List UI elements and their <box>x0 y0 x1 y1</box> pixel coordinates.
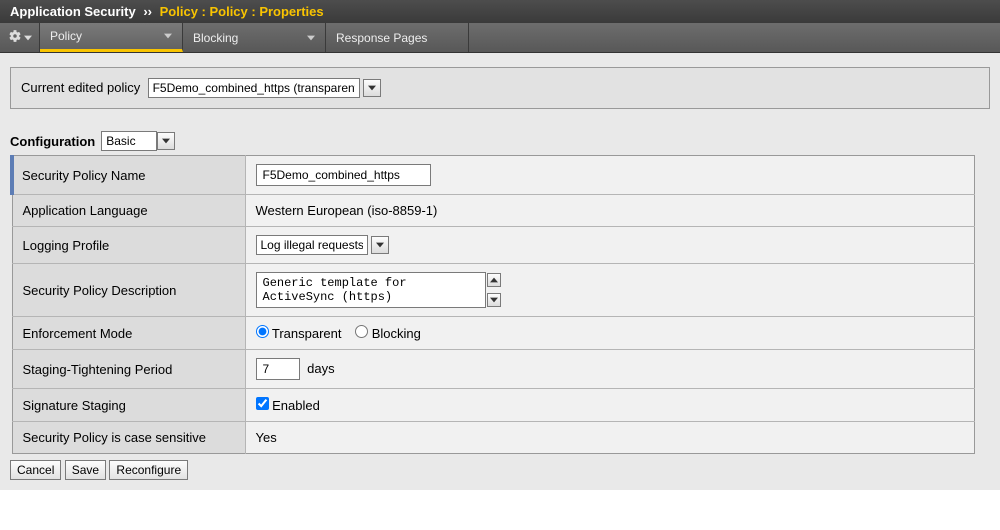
gear-icon <box>8 29 22 46</box>
row-label-logging-profile: Logging Profile <box>12 227 245 264</box>
tab-label: Policy <box>50 29 82 43</box>
textarea-scroll-up[interactable] <box>487 273 501 287</box>
current-policy-select[interactable] <box>148 78 360 98</box>
tab-label: Response Pages <box>336 31 427 45</box>
tab-policy[interactable]: Policy <box>40 23 183 52</box>
tab-response-pages[interactable]: Response Pages <box>326 23 469 52</box>
properties-table: Security Policy Name Application Languag… <box>10 155 975 454</box>
settings-menu[interactable] <box>0 23 40 52</box>
policy-name-input[interactable] <box>256 164 431 186</box>
breadcrumb-separator: ›› <box>139 4 156 19</box>
row-label-case-sensitive: Security Policy is case sensitive <box>12 422 245 454</box>
row-label-staging-period: Staging-Tightening Period <box>12 350 245 389</box>
row-label-policy-description: Security Policy Description <box>12 264 245 317</box>
configuration-row: Configuration <box>10 131 990 151</box>
enforcement-blocking-option[interactable]: Blocking <box>355 326 421 341</box>
chevron-down-icon <box>307 31 315 45</box>
staging-period-unit: days <box>307 361 334 376</box>
current-policy-value[interactable] <box>149 79 359 97</box>
breadcrumb-path: Policy : Policy : Properties <box>160 4 324 19</box>
breadcrumb: Application Security ›› Policy : Policy … <box>0 0 1000 23</box>
row-label-enforcement-mode: Enforcement Mode <box>12 317 245 350</box>
row-label-app-language: Application Language <box>12 195 245 227</box>
radio-label: Blocking <box>372 326 421 341</box>
configuration-dropdown-button[interactable] <box>157 132 175 150</box>
logging-profile-value[interactable] <box>257 236 367 254</box>
signature-staging-option[interactable]: Enabled <box>256 398 320 413</box>
configuration-select[interactable] <box>101 131 157 151</box>
app-language-value: Western European (iso-8859-1) <box>245 195 975 227</box>
save-button[interactable]: Save <box>65 460 106 480</box>
enforcement-blocking-radio[interactable] <box>355 325 368 338</box>
row-label-signature-staging: Signature Staging <box>12 389 245 422</box>
cancel-button[interactable]: Cancel <box>10 460 61 480</box>
tab-label: Blocking <box>193 31 238 45</box>
policy-description-textarea[interactable] <box>256 272 486 308</box>
content-area: Current edited policy Configuration Secu… <box>0 53 1000 490</box>
staging-period-input[interactable] <box>256 358 300 380</box>
reconfigure-button[interactable]: Reconfigure <box>109 460 188 480</box>
current-policy-dropdown-button[interactable] <box>363 79 381 97</box>
tab-blocking[interactable]: Blocking <box>183 23 326 52</box>
signature-staging-checkbox[interactable] <box>256 397 269 410</box>
configuration-value[interactable] <box>102 132 156 150</box>
checkbox-label: Enabled <box>272 398 320 413</box>
enforcement-transparent-option[interactable]: Transparent <box>256 326 346 341</box>
button-row: Cancel Save Reconfigure <box>10 460 990 480</box>
enforcement-transparent-radio[interactable] <box>256 325 269 338</box>
logging-profile-select[interactable] <box>256 235 368 255</box>
row-label-policy-name: Security Policy Name <box>12 156 245 195</box>
case-sensitive-value: Yes <box>245 422 975 454</box>
current-policy-label: Current edited policy <box>21 80 140 95</box>
current-policy-box: Current edited policy <box>10 67 990 109</box>
chevron-down-icon <box>164 29 172 43</box>
chevron-down-icon <box>24 31 32 45</box>
breadcrumb-prefix: Application Security <box>10 4 136 19</box>
textarea-scroll-down[interactable] <box>487 293 501 307</box>
tab-bar: Policy Blocking Response Pages <box>0 23 1000 53</box>
logging-profile-dropdown-button[interactable] <box>371 236 389 254</box>
radio-label: Transparent <box>272 326 342 341</box>
configuration-label: Configuration <box>10 134 95 149</box>
